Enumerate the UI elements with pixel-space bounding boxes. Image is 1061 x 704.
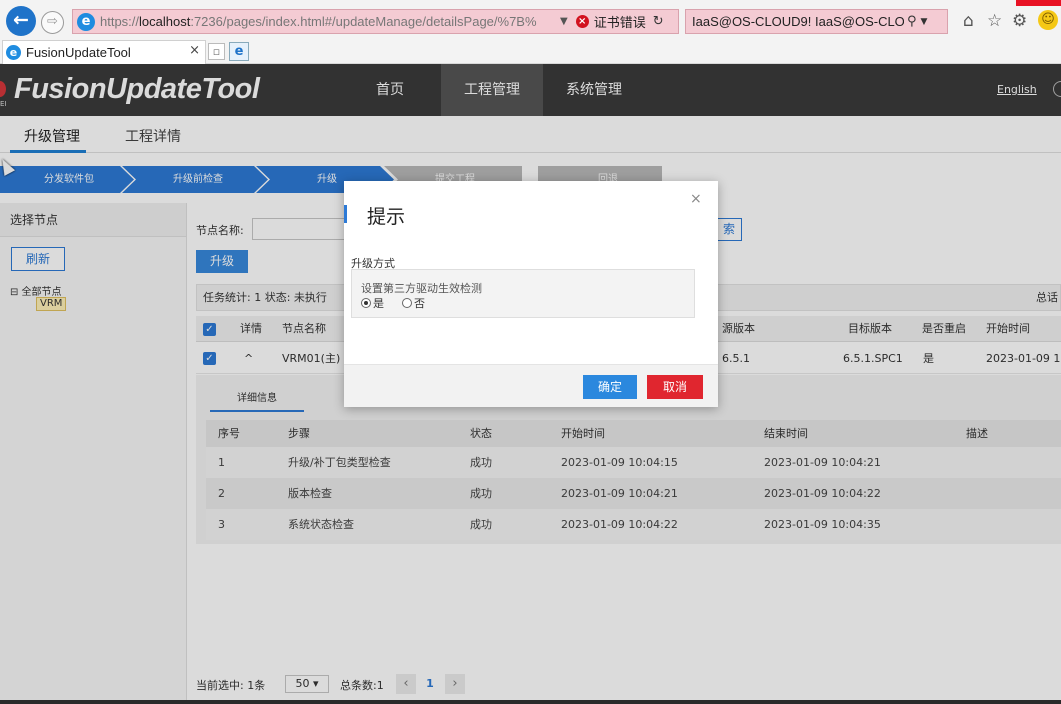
- dialog-close-icon[interactable]: ×: [690, 191, 702, 207]
- radio-yes-label[interactable]: 是: [373, 295, 384, 311]
- cert-error-label[interactable]: 证书错误: [594, 12, 646, 31]
- url-text[interactable]: https://localhost:7236/pages/index.html#…: [100, 14, 558, 29]
- confirm-button[interactable]: 确定: [583, 375, 637, 399]
- ie-page-icon: e: [77, 12, 95, 31]
- address-bar[interactable]: e https://localhost:7236/pages/index.htm…: [72, 9, 679, 34]
- upgrade-mode-box: 设置第三方驱动生效检测 是 否: [351, 269, 695, 318]
- browser-tab-active[interactable]: e FusionUpdateTool ×: [2, 40, 206, 64]
- bottom-edge: [0, 700, 1061, 704]
- refresh-page-icon[interactable]: ↻: [653, 14, 664, 29]
- cert-error-icon[interactable]: ×: [575, 15, 589, 28]
- feedback-smiley-icon[interactable]: ☺: [1038, 10, 1058, 30]
- browser-tabs: e FusionUpdateTool × ▫ e: [0, 40, 1061, 64]
- window-close-button[interactable]: [1016, 0, 1061, 6]
- driver-check-options: 是 否: [361, 295, 425, 311]
- home-icon[interactable]: ⌂: [963, 11, 974, 31]
- search-dropdown-icon[interactable]: ▼: [921, 17, 928, 27]
- tab-ie-icon: e: [6, 45, 21, 60]
- tab-title[interactable]: FusionUpdateTool: [26, 45, 131, 60]
- tab-close-icon[interactable]: ×: [189, 43, 200, 58]
- driver-check-label: 设置第三方驱动生效检测: [361, 282, 482, 295]
- url-host: localhost: [139, 14, 191, 29]
- url-dropdown-icon[interactable]: ▼: [560, 16, 568, 27]
- search-box-text[interactable]: IaaS@OS-CLOUD9! IaaS@OS-CLOU: [692, 14, 904, 29]
- forward-button[interactable]: ⇨: [41, 11, 64, 34]
- browser-search-box[interactable]: IaaS@OS-CLOUD9! IaaS@OS-CLOU ⚲ ▼: [685, 9, 948, 34]
- cancel-button[interactable]: 取消: [647, 375, 703, 399]
- dialog-title-accent: [344, 205, 347, 223]
- search-icon[interactable]: ⚲: [907, 14, 917, 29]
- favorites-star-icon[interactable]: ☆: [987, 11, 1002, 31]
- back-button[interactable]: ←: [6, 6, 36, 36]
- settings-gear-icon[interactable]: ⚙: [1012, 11, 1027, 31]
- url-rest: :7236/pages/index.html#/updateManage/det…: [190, 14, 537, 29]
- url-prefix: https://: [100, 14, 140, 29]
- new-tab-icon[interactable]: ▫: [208, 43, 225, 60]
- prompt-dialog: 提示 × 升级方式 设置第三方驱动生效检测 是 否 确定 取消: [344, 181, 718, 407]
- dialog-title: 提示: [367, 206, 406, 228]
- radio-no[interactable]: [402, 298, 412, 308]
- compatibility-view-icon[interactable]: e: [229, 42, 249, 61]
- browser-toolbar: ← ⇨ e https://localhost:7236/pages/index…: [0, 0, 1061, 42]
- radio-no-label[interactable]: 否: [414, 295, 425, 311]
- dialog-footer: 确定 取消: [344, 364, 718, 407]
- radio-yes[interactable]: [361, 298, 371, 308]
